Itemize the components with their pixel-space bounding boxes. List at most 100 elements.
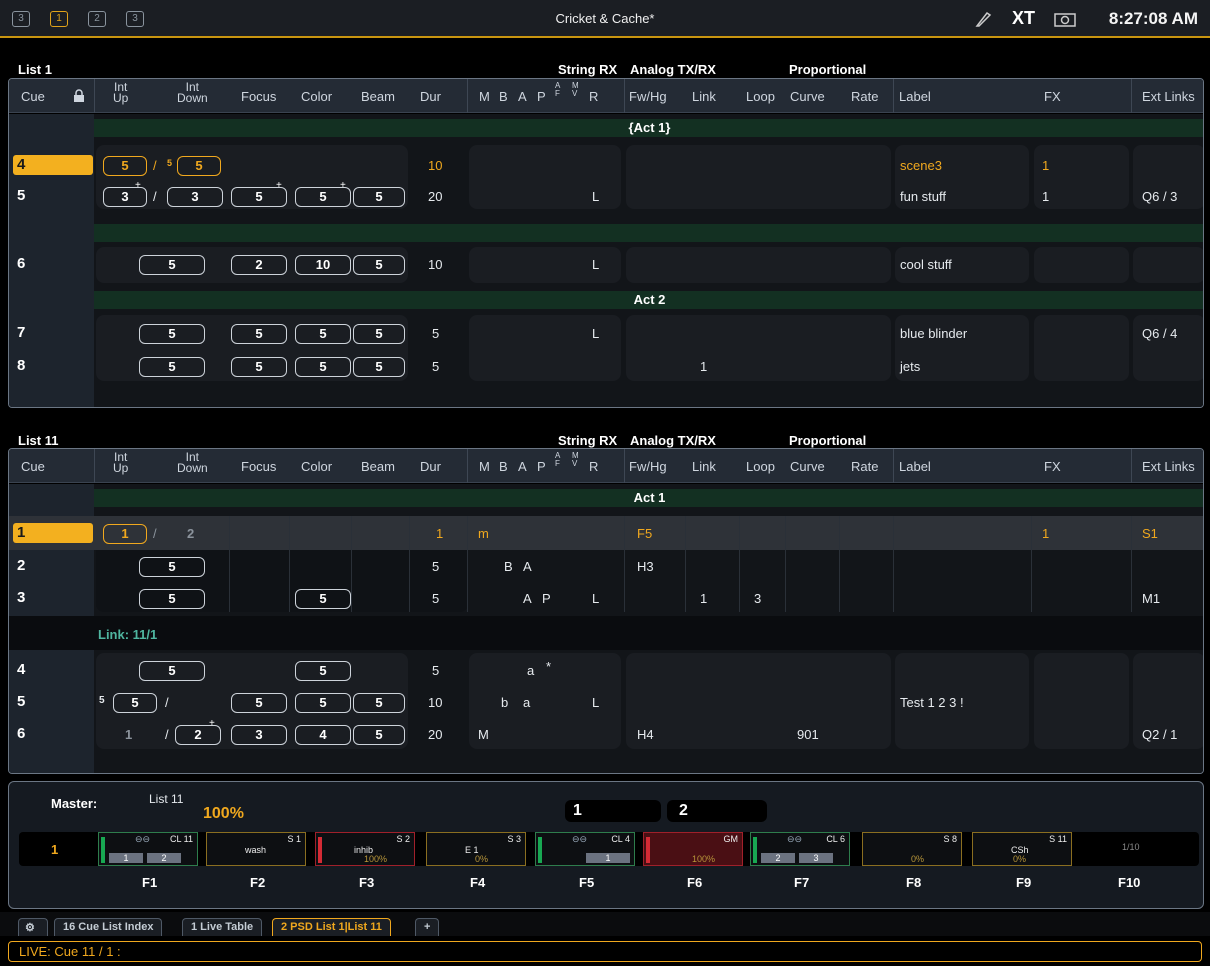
col-a[interactable]: A [518,459,527,474]
col-rate[interactable]: Rate [851,459,878,474]
fader-1[interactable]: CL 11 ⊖⊖ 1 2 [98,832,198,866]
col-mv[interactable]: MV [572,82,579,98]
col-fx[interactable]: FX [1044,459,1061,474]
col-mv[interactable]: MV [572,452,579,468]
xt-logo-icon[interactable]: XT [1012,8,1035,29]
col-m[interactable]: M [479,459,490,474]
fader-key-f6[interactable]: F6 [687,875,702,890]
focus-value[interactable]: 5 [231,324,287,344]
pending-cue-1[interactable]: 1 [565,800,661,822]
int-down-value[interactable]: 2 [187,526,194,541]
fader-7[interactable]: CL 6 ⊖⊖ 2 3 [750,832,850,866]
color-value[interactable]: 5 [295,357,351,377]
col-loop[interactable]: Loop [746,89,775,104]
color-value[interactable]: 5 [295,324,351,344]
int-up-value[interactable]: 1 [125,727,132,742]
beam-value[interactable]: 5 [353,255,405,275]
fader-key-f9[interactable]: F9 [1016,875,1031,890]
int-up-value[interactable]: 5 [103,156,147,176]
fader-6[interactable]: GM 100% [643,832,743,866]
col-label[interactable]: Label [899,459,931,474]
col-link[interactable]: Link [692,459,716,474]
col-fx[interactable]: FX [1044,89,1061,104]
int-down-value[interactable]: 5 [177,156,221,176]
col-r[interactable]: R [589,459,598,474]
ext-link-value[interactable]: S1 [1142,526,1158,541]
pending-cue-2[interactable]: 2 [667,800,767,822]
settings-gear-icon[interactable]: ⚙ [18,918,48,936]
col-color[interactable]: Color [301,459,332,474]
cue-number[interactable]: 5 [17,187,25,204]
cue-number[interactable]: 7 [17,324,25,341]
cue-number-selected[interactable]: 4 [13,155,93,175]
col-af[interactable]: AF [555,452,560,468]
color-value[interactable]: 4 [295,725,351,745]
col-p[interactable]: P [537,459,546,474]
int-down-value[interactable]: 3 [167,187,223,207]
cue-number[interactable]: 3 [17,589,25,606]
int-up-value[interactable]: 5 [113,693,157,713]
int-down-value[interactable]: 5 [139,589,205,609]
label-value[interactable]: Test 1 2 3 ! [900,695,964,710]
col-cue[interactable]: Cue [21,89,45,104]
color-value[interactable]: 5 [295,589,351,609]
cue-number[interactable]: 4 [17,661,25,678]
cue-number[interactable]: 8 [17,357,25,374]
col-focus[interactable]: Focus [241,89,276,104]
focus-value[interactable]: 2 [231,255,287,275]
col-int-up[interactable]: Int Up [113,81,128,104]
col-af[interactable]: AF [555,82,560,98]
focus-value[interactable]: 5 [231,693,287,713]
col-r[interactable]: R [589,89,598,104]
color-value[interactable]: 10 [295,255,351,275]
camera-icon[interactable] [1054,11,1076,27]
color-value[interactable]: 5 [295,693,351,713]
ext-link-value[interactable]: M1 [1142,591,1160,606]
col-dur[interactable]: Dur [420,459,441,474]
command-line[interactable]: LIVE: Cue 11 / 1 : [8,941,1202,962]
fader-key-f3[interactable]: F3 [359,875,374,890]
col-int-up[interactable]: Int Up [113,451,128,474]
beam-value[interactable]: 5 [353,725,405,745]
col-ext-links[interactable]: Ext Links [1142,459,1195,474]
tab-add-button[interactable]: + [415,918,440,936]
col-beam[interactable]: Beam [361,459,395,474]
tab-cue-list-index[interactable]: 16 Cue List Index [54,918,163,936]
focus-value[interactable]: 5 [231,357,287,377]
int-down-value[interactable]: 5 [139,557,205,577]
cue-number[interactable]: 6 [17,255,25,272]
cue-number[interactable]: 5 [17,693,25,710]
label-value[interactable]: cool stuff [900,257,952,272]
label-value[interactable]: jets [900,359,920,374]
ext-link-value[interactable]: Q6 / 4 [1142,326,1177,341]
col-ext-links[interactable]: Ext Links [1142,89,1195,104]
col-b[interactable]: B [499,459,508,474]
tab-psd-list[interactable]: 2 PSD List 1|List 11 [272,918,391,936]
fader-5[interactable]: CL 4 ⊖⊖ 1 [535,832,635,866]
fader-8[interactable]: S 8 0% [862,832,962,866]
label-value[interactable]: fun stuff [900,189,946,204]
col-label[interactable]: Label [899,89,931,104]
int-down-value[interactable]: 5 [139,255,205,275]
int-up-value[interactable]: 1 [103,524,147,544]
beam-value[interactable]: 5 [353,324,405,344]
ext-link-value[interactable]: Q6 / 3 [1142,189,1177,204]
col-a[interactable]: A [518,89,527,104]
col-loop[interactable]: Loop [746,459,775,474]
col-curve[interactable]: Curve [790,89,825,104]
col-b[interactable]: B [499,89,508,104]
focus-value[interactable]: 3 [231,725,287,745]
beam-value[interactable]: 5 [353,187,405,207]
fader-key-f1[interactable]: F1 [142,875,157,890]
fader-key-f5[interactable]: F5 [579,875,594,890]
col-int-down[interactable]: Int Down [177,451,208,474]
fader-2[interactable]: S 1 wash [206,832,306,866]
fader-3[interactable]: S 2 inhib 100% [315,832,415,866]
col-cue[interactable]: Cue [21,459,45,474]
col-link[interactable]: Link [692,89,716,104]
fader-9[interactable]: S 11 CSh 0% [972,832,1072,866]
fader-key-f7[interactable]: F7 [794,875,809,890]
col-dur[interactable]: Dur [420,89,441,104]
int-down-value[interactable]: 5 [139,324,205,344]
col-curve[interactable]: Curve [790,459,825,474]
